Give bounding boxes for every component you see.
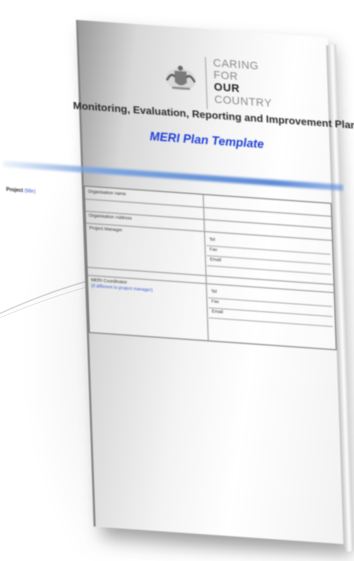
project-line: Project (title)	[6, 187, 36, 195]
field-label-tel: Tel	[209, 236, 216, 242]
row-label-organisation-name: Organisation name	[87, 188, 127, 197]
field-label-email: Email	[209, 256, 222, 263]
field-label-fax: Fax	[211, 298, 219, 305]
field-label-tel: Tel	[210, 288, 217, 294]
project-label: Project	[6, 187, 24, 195]
row-label-organisation-address: Organisation Address	[88, 212, 132, 221]
document-cover-scene: CARING FOR OUR COUNTRY Monitoring, Evalu…	[0, 0, 354, 561]
document-page: CARING FOR OUR COUNTRY Monitoring, Evalu…	[3, 20, 354, 552]
field-label-email: Email	[211, 308, 224, 315]
document-subtitle: MERI Plan Template	[149, 129, 265, 152]
project-highlight-band	[3, 160, 344, 191]
details-table: Organisation name Organisation Address P…	[83, 185, 337, 351]
row-note-meri-coordinator: (if different to project manager)	[91, 283, 153, 293]
row-label-project-manager: Project Manager	[89, 224, 123, 233]
document-wrapper: CARING FOR OUR COUNTRY Monitoring, Evalu…	[0, 0, 354, 561]
header-divider	[204, 56, 208, 110]
coat-of-arms-icon	[165, 65, 196, 91]
project-value: (title)	[24, 188, 36, 196]
brand-logo-text: CARING FOR OUR COUNTRY	[213, 57, 272, 109]
field-label-fax: Fax	[209, 246, 218, 252]
